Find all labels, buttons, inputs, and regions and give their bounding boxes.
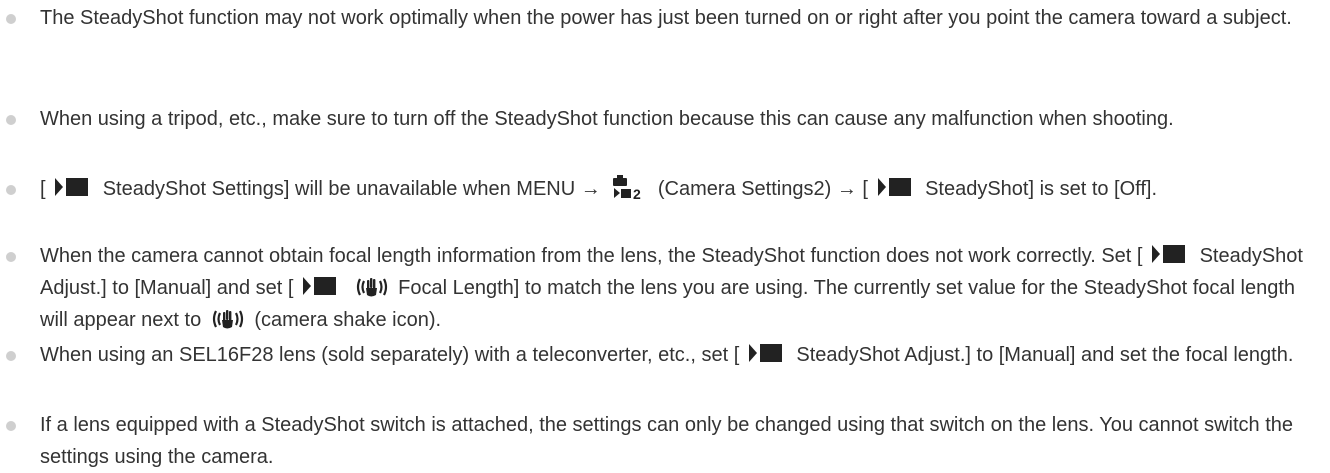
note-item: The SteadyShot function may not work opt… (6, 2, 1325, 34)
bullet-icon (6, 14, 16, 24)
movie-mode-icon (55, 178, 89, 196)
note-text: [ (40, 178, 46, 200)
camera-shake-icon (356, 278, 387, 297)
movie-mode-icon (1152, 245, 1186, 263)
bullet-icon (6, 252, 16, 262)
note-item: If a lens equipped with a SteadyShot swi… (6, 409, 1325, 473)
note-text: If a lens equipped with a SteadyShot swi… (40, 414, 1294, 468)
note-text: (camera shake icon). (254, 309, 442, 331)
note-item: When using a tripod, etc., make sure to … (6, 103, 1325, 135)
note-text: When using an SEL16F28 lens (sold separa… (40, 344, 740, 366)
bullet-icon (6, 185, 16, 195)
note-text: SteadyShot Settings] will be unavailable… (102, 178, 601, 200)
note-text: The SteadyShot function may not work opt… (40, 7, 1292, 29)
camera-settings2-icon: 2 (613, 175, 641, 200)
bullet-icon (6, 421, 16, 431)
movie-mode-icon (877, 178, 911, 196)
note-item: When the camera cannot obtain focal leng… (6, 240, 1325, 336)
note-item: When using an SEL16F28 lens (sold separa… (6, 339, 1325, 371)
note-text: SteadyShot] is set to [Off]. (925, 178, 1158, 200)
note-text: When using a tripod, etc., make sure to … (40, 108, 1174, 130)
camera-settings-number: 2 (633, 186, 641, 200)
note-item: [ SteadyShot Settings] will be unavailab… (6, 173, 1325, 205)
movie-mode-icon (303, 277, 337, 295)
bullet-icon (6, 351, 16, 361)
movie-mode-icon (748, 344, 782, 362)
bullet-icon (6, 115, 16, 125)
camera-shake-icon (212, 310, 243, 329)
note-text: SteadyShot Adjust.] to [Manual] and set … (796, 344, 1294, 366)
note-text: (Camera Settings2) → [ (657, 178, 868, 200)
note-text: When the camera cannot obtain focal leng… (40, 245, 1143, 267)
